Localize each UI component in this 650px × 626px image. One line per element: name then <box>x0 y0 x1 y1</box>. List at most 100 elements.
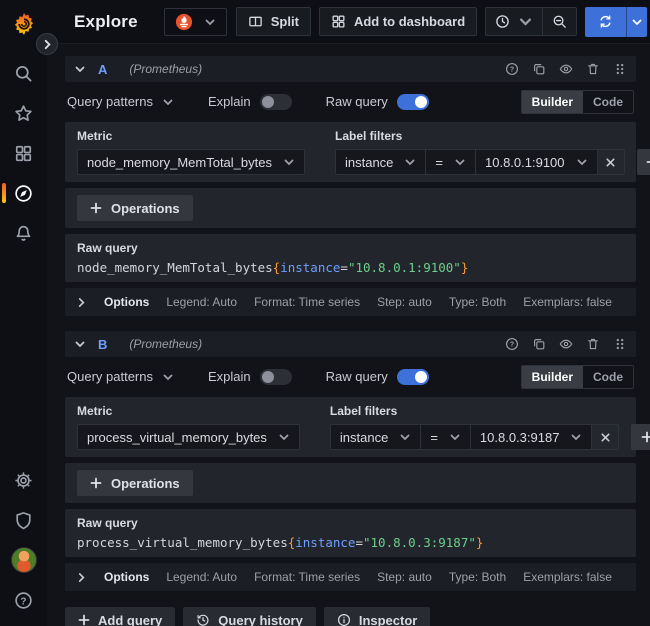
time-picker-button[interactable] <box>486 8 542 35</box>
sidebar-item-help[interactable]: ? <box>0 580 47 620</box>
clock-icon <box>495 14 510 29</box>
remove-query-icon[interactable] <box>586 62 600 76</box>
options-title[interactable]: Options <box>104 570 149 584</box>
sidebar-item-starred[interactable] <box>0 93 47 133</box>
filter-key-select[interactable]: instance <box>330 424 421 450</box>
query-options-row[interactable]: Options Legend: Auto Format: Time series… <box>65 288 636 316</box>
duplicate-query-icon[interactable] <box>532 337 546 351</box>
add-to-dashboard-button[interactable]: Add to dashboard <box>319 7 477 36</box>
operations-label: Operations <box>111 201 180 216</box>
prometheus-icon <box>175 13 193 31</box>
options-legend: Legend: Auto <box>166 295 237 309</box>
remove-query-icon[interactable] <box>586 337 600 351</box>
raw-query-toggle-group: Raw query <box>326 369 429 385</box>
sidebar-item-explore[interactable] <box>0 173 47 213</box>
drag-handle-icon[interactable] <box>613 337 627 351</box>
run-query-split-button <box>585 7 647 37</box>
operations-button[interactable]: Operations <box>77 195 193 221</box>
topbar: Explore <box>47 0 650 44</box>
raw-query-toggle[interactable] <box>397 369 429 385</box>
query-patterns-label: Query patterns <box>67 369 153 384</box>
add-query-button[interactable]: Add query <box>65 607 175 626</box>
filter-value-select[interactable]: 10.8.0.3:9187 <box>471 424 593 450</box>
options-exemplars: Exemplars: false <box>523 570 612 584</box>
sidebar-item-dashboards[interactable] <box>0 133 47 173</box>
query-builder-rows: Metric process_virtual_memory_bytes Labe… <box>65 397 636 557</box>
builder-mode-button[interactable]: Builder <box>522 91 583 113</box>
builder-mode-button[interactable]: Builder <box>522 366 583 388</box>
remove-filter-button[interactable] <box>598 149 625 175</box>
apps-icon <box>14 144 33 163</box>
collapse-icon[interactable] <box>74 338 86 350</box>
remove-filter-button[interactable] <box>592 424 619 450</box>
collapse-icon[interactable] <box>74 63 86 75</box>
sidebar-item-settings[interactable] <box>0 460 47 500</box>
filter-operator-value: = <box>430 430 438 445</box>
query-ref-label[interactable]: B <box>98 337 107 352</box>
editor-mode-switcher: Builder Code <box>521 365 634 389</box>
explain-toggle[interactable] <box>260 94 292 110</box>
filter-value-select[interactable]: 10.8.0.1:9100 <box>476 149 598 175</box>
chevron-down-icon <box>570 431 582 443</box>
chevron-down-icon <box>576 156 588 168</box>
sidebar-nav-bottom: ? <box>0 460 47 620</box>
sidebar-expand-button[interactable] <box>36 33 58 55</box>
sidebar-item-profile[interactable] <box>0 540 47 580</box>
query-patterns-dropdown[interactable]: Query patterns <box>67 94 174 109</box>
add-filter-button[interactable] <box>637 149 650 175</box>
datasource-picker[interactable] <box>164 8 227 36</box>
query-header: A (Prometheus) ? <box>65 56 636 82</box>
options-step: Step: auto <box>377 295 432 309</box>
toggle-knob <box>415 371 427 383</box>
query-ref-label[interactable]: A <box>98 62 107 77</box>
run-query-button[interactable] <box>585 7 626 37</box>
duplicate-query-icon[interactable] <box>532 62 546 76</box>
filter-operator-select[interactable]: = <box>421 424 471 450</box>
split-button[interactable]: Split <box>236 7 311 36</box>
options-type: Type: Both <box>449 570 506 584</box>
query-options-row[interactable]: Options Legend: Auto Format: Time series… <box>65 563 636 591</box>
metric-select[interactable]: node_memory_MemTotal_bytes <box>77 149 305 175</box>
label-filters-label: Label filters <box>330 404 650 418</box>
sidebar-item-admin[interactable] <box>0 500 47 540</box>
time-picker-group <box>485 7 577 36</box>
raw-query-row: Raw query process_virtual_memory_bytes{i… <box>65 509 636 557</box>
query-toolbar: Query patterns Explain Raw query Builder… <box>65 89 636 114</box>
metric-select[interactable]: process_virtual_memory_bytes <box>77 424 300 450</box>
grafana-logo-icon[interactable] <box>11 11 37 37</box>
code-mode-button[interactable]: Code <box>583 366 633 388</box>
explain-toggle[interactable] <box>260 369 292 385</box>
zoom-out-button[interactable] <box>542 8 576 35</box>
chevron-right-icon <box>42 39 53 50</box>
hide-query-icon[interactable] <box>559 337 573 351</box>
run-query-interval-button[interactable] <box>626 7 647 37</box>
label-filter: instance = 10.8.0.3:9187 <box>330 424 650 450</box>
operations-button[interactable]: Operations <box>77 470 193 496</box>
topbar-actions: Split Add to dashboard <box>236 7 647 37</box>
query-patterns-dropdown[interactable]: Query patterns <box>67 369 174 384</box>
code-mode-button[interactable]: Code <box>583 91 633 113</box>
close-icon <box>600 432 611 443</box>
explore-footer-actions: Add query Query history Inspector <box>65 607 636 626</box>
drag-handle-icon[interactable] <box>613 62 627 76</box>
split-label: Split <box>271 14 299 29</box>
query-help-icon[interactable]: ? <box>505 337 519 351</box>
sidebar-item-alerting[interactable] <box>0 213 47 253</box>
add-filter-button[interactable] <box>631 424 650 450</box>
svg-text:?: ? <box>510 342 514 349</box>
chevron-right-icon <box>76 297 87 308</box>
sidebar-nav-top <box>0 53 47 253</box>
options-format: Format: Time series <box>254 295 360 309</box>
chevron-down-icon <box>204 16 216 28</box>
filter-key-select[interactable]: instance <box>335 149 426 175</box>
raw-query-toggle[interactable] <box>397 94 429 110</box>
sidebar-item-search[interactable] <box>0 53 47 93</box>
inspector-button[interactable]: Inspector <box>324 607 431 626</box>
hide-query-icon[interactable] <box>559 62 573 76</box>
chevron-down-icon <box>162 371 174 383</box>
shield-icon <box>14 511 33 530</box>
filter-operator-select[interactable]: = <box>426 149 476 175</box>
options-title[interactable]: Options <box>104 295 149 309</box>
query-help-icon[interactable]: ? <box>505 62 519 76</box>
query-history-button[interactable]: Query history <box>183 607 316 626</box>
